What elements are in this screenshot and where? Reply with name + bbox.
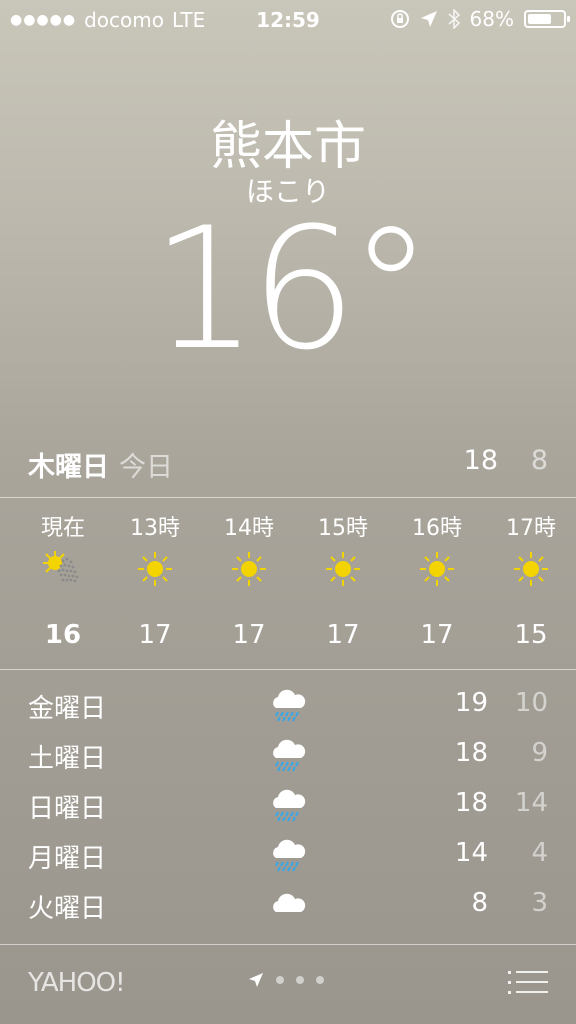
hourly-item: 13時 17 (115, 510, 195, 650)
page-indicator[interactable] (248, 972, 324, 988)
hour-temperature: 17 (138, 620, 172, 650)
menu-bullet (508, 981, 511, 984)
daily-high: 18 (454, 788, 488, 818)
daily-high: 19 (454, 688, 488, 718)
current-temperature: 16° (151, 191, 433, 387)
cloud-icon (268, 884, 308, 931)
location-arrow-icon (249, 973, 263, 987)
hourly-item: 14時 17 (209, 510, 289, 650)
daily-high: 14 (454, 838, 488, 868)
daily-day: 金曜日 (28, 694, 107, 724)
daily-day: 日曜日 (28, 794, 107, 824)
divider (0, 669, 576, 670)
page-dot (276, 976, 284, 984)
page-dot (296, 976, 304, 984)
sun-icon (491, 544, 571, 594)
battery-fill (528, 14, 551, 24)
hour-label: 14時 (224, 516, 274, 541)
rain-cloud-icon (268, 834, 308, 881)
daily-low: 9 (531, 738, 548, 768)
hourly-item: 16時 17 (397, 510, 477, 650)
partly-sunny-dust-icon (23, 544, 103, 594)
hour-temperature: 16 (44, 620, 82, 650)
hour-label: 16時 (412, 516, 462, 541)
yahoo-logo[interactable]: YAHOO! (28, 968, 126, 998)
rain-cloud-icon (268, 784, 308, 831)
hour-label: 15時 (318, 516, 368, 541)
hourly-item: 現在 16 (23, 510, 103, 650)
hour-temperature: 15 (514, 620, 548, 650)
hourly-item: 15時 17 (303, 510, 383, 650)
menu-bullet (508, 991, 511, 994)
divider (0, 497, 576, 498)
list-menu-icon[interactable] (508, 968, 548, 998)
menu-line (516, 971, 548, 973)
hour-temperature: 17 (326, 620, 360, 650)
hour-label: 13時 (130, 516, 180, 541)
battery-icon (524, 10, 570, 28)
daily-low: 14 (514, 788, 548, 818)
page-dot (316, 976, 324, 984)
hour-label: 17時 (506, 516, 556, 541)
menu-bullet (508, 971, 511, 974)
rain-cloud-icon (268, 734, 308, 781)
status-bar: ●●●●● docomo LTE 12:59 68% (0, 0, 576, 40)
hourly-item: 17時 15 (491, 510, 571, 650)
status-right: 68% (390, 7, 570, 31)
hourly-forecast[interactable]: 現在 16 13時 17 14時 17 15時 17 16時 17 17時 15 (0, 510, 576, 660)
city-name: 熊本市 (209, 117, 366, 177)
daily-day: 月曜日 (28, 844, 107, 874)
today-label: 今日 (119, 452, 173, 483)
menu-line (516, 991, 548, 993)
hour-temperature: 17 (420, 620, 454, 650)
today-high: 18 (463, 445, 498, 476)
battery-percent: 68% (469, 7, 514, 31)
sun-icon (209, 544, 289, 594)
hour-label: 現在 (40, 516, 85, 541)
menu-line (516, 981, 548, 983)
rotation-lock-icon (390, 10, 409, 28)
sun-icon (115, 544, 195, 594)
sun-icon (303, 544, 383, 594)
daily-low: 10 (514, 688, 548, 718)
daily-row: 金曜日 19 10 (0, 688, 576, 738)
daily-high: 8 (471, 888, 488, 918)
footer-bar: YAHOO! (0, 958, 576, 1018)
daily-row: 土曜日 18 9 (0, 738, 576, 788)
rain-cloud-icon (268, 684, 308, 731)
daily-day: 土曜日 (28, 744, 107, 774)
today-weekday: 木曜日 (28, 452, 109, 483)
daily-row: 月曜日 14 4 (0, 838, 576, 888)
daily-day: 火曜日 (28, 894, 107, 924)
daily-row: 日曜日 18 14 (0, 788, 576, 838)
today-summary: 木曜日 今日 18 8 (28, 445, 548, 485)
divider (0, 944, 576, 945)
daily-high: 18 (454, 738, 488, 768)
sun-icon (397, 544, 477, 594)
daily-low: 3 (531, 888, 548, 918)
daily-low: 4 (531, 838, 548, 868)
daily-row: 火曜日 8 3 (0, 888, 576, 938)
location-arrow-icon (420, 11, 437, 27)
bluetooth-icon (448, 9, 460, 29)
today-low: 8 (530, 445, 548, 476)
hour-temperature: 17 (232, 620, 266, 650)
